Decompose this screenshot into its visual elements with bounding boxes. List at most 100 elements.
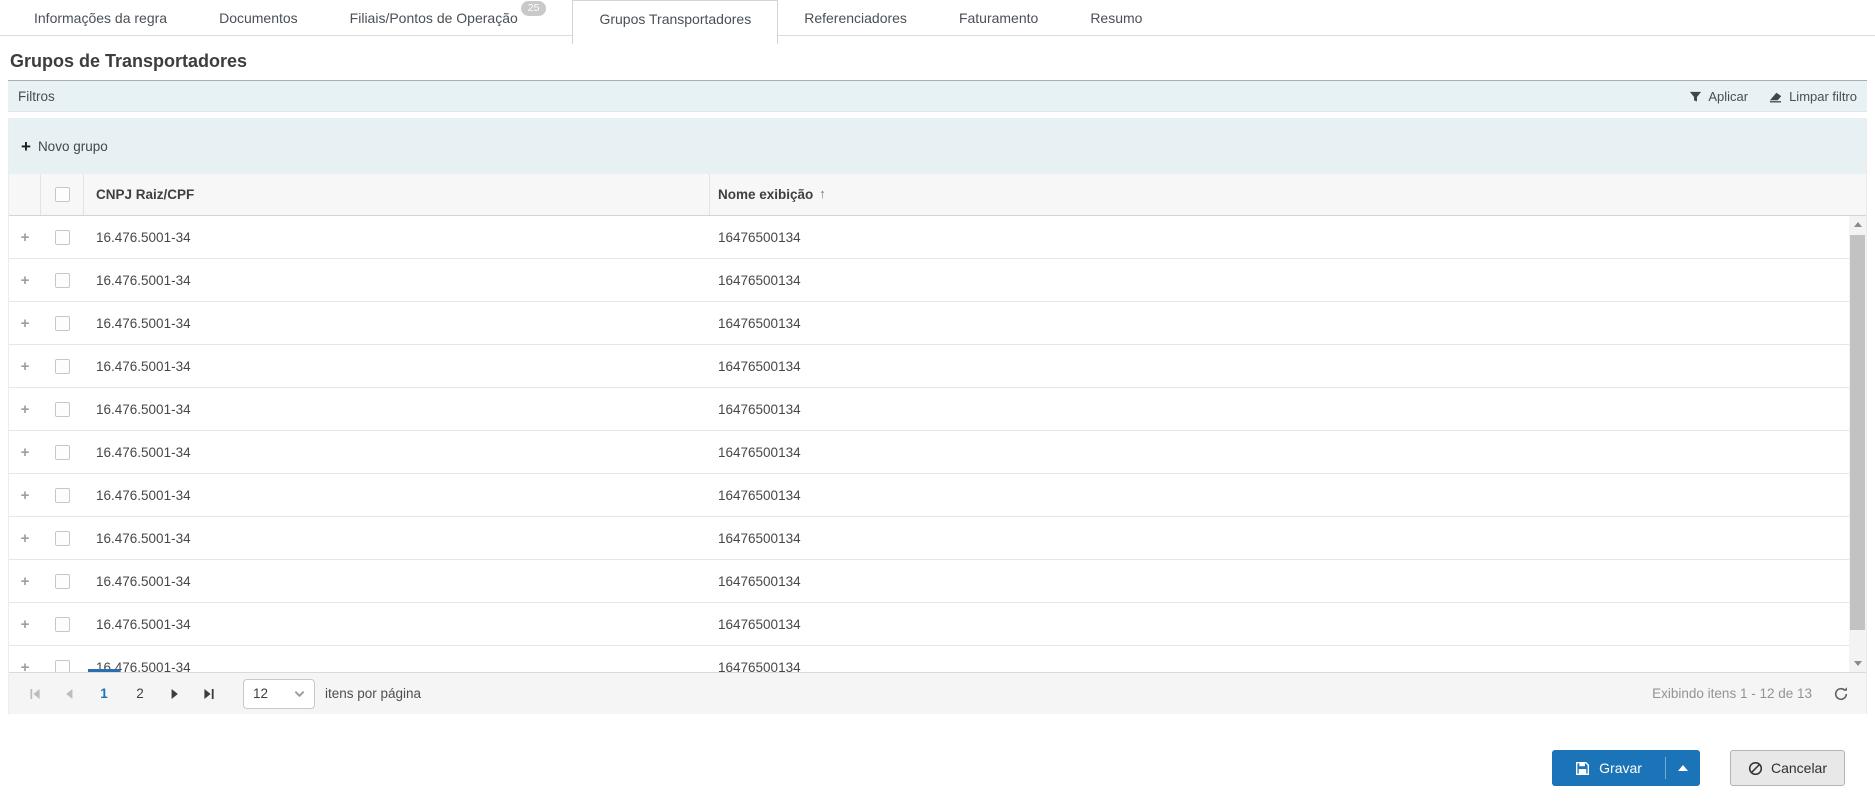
cancel-button[interactable]: Cancelar (1730, 750, 1845, 786)
arrow-up-icon: ↑ (819, 186, 826, 201)
pager: 12 12 itens por página Exibindo itens 1 … (9, 672, 1866, 714)
cell-nome: 16476500134 (710, 488, 1849, 503)
cancel-label: Cancelar (1771, 760, 1827, 776)
row-checkbox[interactable] (55, 230, 70, 245)
prev-page-icon[interactable] (55, 673, 83, 715)
row-checkbox[interactable] (55, 574, 70, 589)
cell-cnpj: 16.476.5001-34 (84, 617, 710, 632)
scrollbar-thumb[interactable] (1850, 235, 1865, 630)
first-page-icon[interactable] (21, 673, 49, 715)
tab-label: Resumo (1090, 10, 1142, 26)
tab-label: Filiais/Pontos de Operação (350, 10, 518, 26)
scroll-up-icon[interactable] (1849, 216, 1866, 233)
row-checkbox[interactable] (55, 402, 70, 417)
table-row[interactable]: + 16.476.5001-34 16476500134 (9, 302, 1849, 345)
tab-label: Grupos Transportadores (599, 11, 751, 27)
save-options-button[interactable] (1666, 750, 1700, 786)
page-size-label: itens por página (325, 686, 421, 701)
cell-nome: 16476500134 (710, 230, 1849, 245)
column-header-nome-label: Nome exibição (718, 187, 813, 202)
table-row[interactable]: + 16.476.5001-34 16476500134 (9, 345, 1849, 388)
table-row[interactable]: + 16.476.5001-34 16476500134 (9, 259, 1849, 302)
table-row[interactable]: + 16.476.5001-34 16476500134 (9, 603, 1849, 646)
row-checkbox[interactable] (55, 273, 70, 288)
row-checkbox[interactable] (55, 660, 70, 673)
vertical-scrollbar[interactable] (1849, 216, 1866, 672)
clear-filter-button[interactable]: Limpar filtro (1768, 89, 1857, 104)
header-select-all[interactable] (41, 174, 84, 215)
tab-label: Faturamento (959, 10, 1038, 26)
page-number-2[interactable]: 2 (125, 673, 155, 715)
cell-nome: 16476500134 (710, 359, 1849, 374)
row-checkbox[interactable] (55, 531, 70, 546)
new-group-label: Novo grupo (38, 139, 108, 154)
table-row[interactable]: + 16.476.5001-34 16476500134 (9, 216, 1849, 259)
save-button[interactable]: Gravar (1552, 750, 1700, 786)
funnel-icon (1689, 90, 1702, 103)
expand-row-icon[interactable]: + (21, 401, 30, 418)
table-row[interactable]: + 16.476.5001-34 16476500134 (9, 388, 1849, 431)
no-entry-icon (1748, 761, 1763, 776)
tab-informacoes-da-regra[interactable]: Informações da regra (8, 0, 193, 36)
expand-row-icon[interactable]: + (21, 659, 30, 673)
eraser-icon (1768, 90, 1783, 103)
cell-nome: 16476500134 (710, 445, 1849, 460)
tabstrip: Informações da regraDocumentosFiliais/Po… (0, 0, 1875, 36)
cell-cnpj: 16.476.5001-34 (84, 273, 710, 288)
plus-icon: + (21, 138, 31, 155)
cell-cnpj: 16.476.5001-34 (84, 359, 710, 374)
expand-row-icon[interactable]: + (21, 358, 30, 375)
grid-toolbar: + Novo grupo (9, 118, 1866, 174)
column-header-nome[interactable]: Nome exibição ↑ (710, 174, 1849, 215)
tab-label: Informações da regra (34, 10, 167, 26)
refresh-icon[interactable] (1828, 681, 1854, 707)
expand-row-icon[interactable]: + (21, 530, 30, 547)
row-checkbox[interactable] (55, 617, 70, 632)
apply-filter-button[interactable]: Aplicar (1689, 89, 1748, 104)
expand-row-icon[interactable]: + (21, 616, 30, 633)
tab-filiais-pontos-de-operacao[interactable]: Filiais/Pontos de Operação25 (324, 0, 573, 36)
expand-row-icon[interactable]: + (21, 487, 30, 504)
expand-row-icon[interactable]: + (21, 272, 30, 289)
select-all-checkbox[interactable] (55, 187, 70, 202)
table-row[interactable]: + 16.476.5001-34 16476500134 (9, 517, 1849, 560)
expand-row-icon[interactable]: + (21, 315, 30, 332)
tab-label: Referenciadores (804, 10, 907, 26)
table-row[interactable]: + 16.476.5001-34 16476500134 (9, 560, 1849, 603)
table-row[interactable]: + 16.476.5001-34 16476500134 (9, 646, 1849, 672)
caret-up-icon (1678, 765, 1688, 771)
tab-grupos-transportadores[interactable]: Grupos Transportadores (572, 0, 778, 44)
new-group-button[interactable]: + Novo grupo (21, 138, 108, 155)
row-checkbox[interactable] (55, 488, 70, 503)
cell-cnpj: 16.476.5001-34 (84, 402, 710, 417)
column-header-cnpj[interactable]: CNPJ Raiz/CPF (84, 174, 710, 215)
page-size-select[interactable]: 12 (243, 679, 315, 709)
expand-row-icon[interactable]: + (21, 229, 30, 246)
row-checkbox[interactable] (55, 316, 70, 331)
save-label: Gravar (1599, 760, 1642, 776)
page-number-1[interactable]: 1 (89, 673, 119, 715)
row-checkbox[interactable] (55, 445, 70, 460)
expand-row-icon[interactable]: + (21, 444, 30, 461)
tab-faturamento[interactable]: Faturamento (933, 0, 1064, 36)
cell-cnpj: 16.476.5001-34 (84, 445, 710, 460)
table-body: + 16.476.5001-34 16476500134 + 16.476.50… (9, 216, 1866, 672)
scroll-down-icon[interactable] (1849, 655, 1866, 672)
row-checkbox[interactable] (55, 359, 70, 374)
cell-cnpj: 16.476.5001-34 (84, 316, 710, 331)
transporter-groups-grid: + Novo grupo CNPJ Raiz/CPF Nome exibição… (8, 118, 1867, 714)
table-row[interactable]: + 16.476.5001-34 16476500134 (9, 431, 1849, 474)
tab-referenciadores[interactable]: Referenciadores (778, 0, 933, 36)
tab-documentos[interactable]: Documentos (193, 0, 324, 36)
filters-panel: Filtros Aplicar Limpar filtro (8, 80, 1867, 112)
column-header-cnpj-label: CNPJ Raiz/CPF (96, 187, 194, 202)
cell-cnpj: 16.476.5001-34 (84, 488, 710, 503)
table-row[interactable]: + 16.476.5001-34 16476500134 (9, 474, 1849, 517)
next-page-icon[interactable] (161, 673, 189, 715)
last-page-icon[interactable] (195, 673, 223, 715)
chevron-down-icon (294, 690, 305, 698)
cell-nome: 16476500134 (710, 402, 1849, 417)
table-header: CNPJ Raiz/CPF Nome exibição ↑ (9, 174, 1866, 216)
expand-row-icon[interactable]: + (21, 573, 30, 590)
tab-resumo[interactable]: Resumo (1064, 0, 1168, 36)
